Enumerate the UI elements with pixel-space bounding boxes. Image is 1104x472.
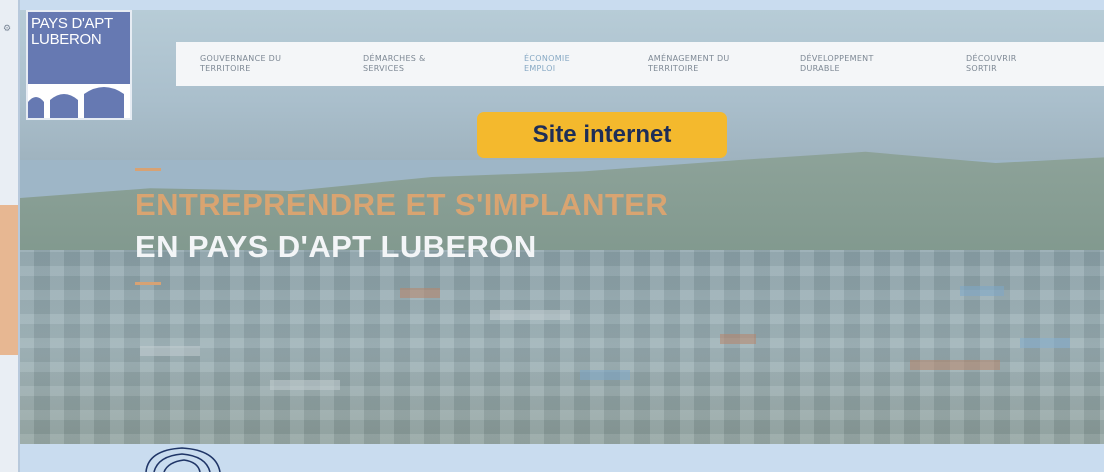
nav-item-developpement[interactable]: DÉVELOPPEMENT DURABLE: [800, 54, 874, 74]
main-navigation: GOUVERNANCE DU TERRITOIRE DÉMARCHES & SERV…: [176, 42, 1104, 86]
nav-item-demarches[interactable]: DÉMARCHES & SERVICES: [363, 54, 426, 74]
hero-heading-line-1: ENTREPRENDRE ET S'IMPLANTER: [135, 187, 669, 222]
site-logo[interactable]: PAYS D'APT LUBERON: [26, 10, 132, 120]
nav-item-economie[interactable]: ÉCONOMIE EMPLOI: [524, 54, 570, 74]
nav-item-gouvernance[interactable]: GOUVERNANCE DU TERRITOIRE: [200, 54, 281, 74]
background-window-edge: ⚙: [0, 0, 20, 472]
swirl-decoration-icon: [145, 447, 221, 472]
nav-item-decouvrir[interactable]: DÉCOUVRIR SORTIR: [966, 54, 1017, 74]
bridge-arches-icon: [28, 84, 130, 118]
logo-text: PAYS D'APT LUBERON: [31, 16, 113, 48]
logo-line-2: LUBERON: [31, 31, 102, 48]
hero-top-dash: [135, 168, 161, 171]
hero-bottom-dash: [135, 282, 161, 285]
background-panel: [0, 205, 18, 355]
logo-line-1: PAYS D'APT: [31, 15, 113, 32]
hero-town-photo: [20, 250, 1104, 444]
hero-heading-line-2: EN PAYS D'APT LUBERON: [135, 229, 537, 264]
nav-item-amenagement[interactable]: AMÉNAGEMENT DU TERRITOIRE: [648, 54, 730, 74]
site-internet-badge: Site internet: [477, 112, 727, 158]
window-control-icon: ⚙: [3, 24, 12, 34]
